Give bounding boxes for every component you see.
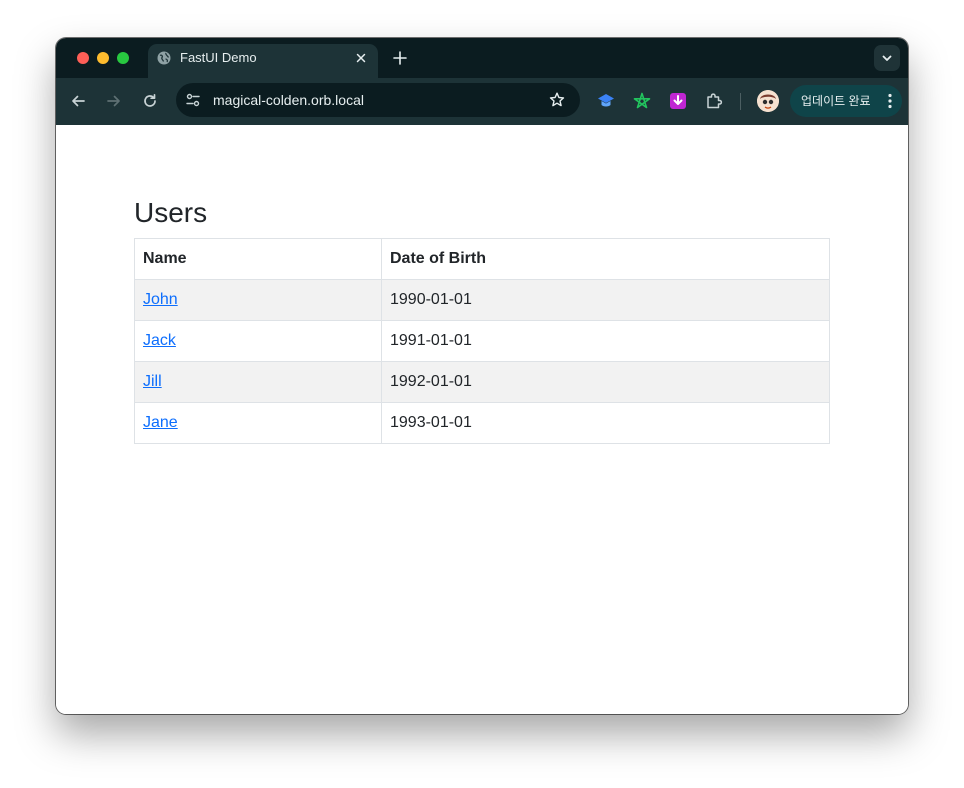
address-bar[interactable]: magical-colden.orb.local [176, 83, 580, 117]
date-of-birth-cell: 1990-01-01 [381, 279, 830, 321]
extensions-puzzle-icon[interactable] [704, 91, 724, 111]
site-settings-icon[interactable] [185, 92, 201, 108]
globe-icon [157, 51, 171, 65]
profile-avatar-icon [757, 90, 779, 112]
new-tab-icon[interactable] [392, 50, 408, 66]
date-of-birth-cell: 1991-01-01 [381, 320, 830, 362]
table-header-row: Name Date of Birth [134, 238, 830, 280]
browser-toolbar: magical-colden.orb.local 업데이트 완료 [56, 78, 908, 125]
graduation-cap-extension-icon[interactable] [596, 91, 616, 111]
name-cell: Jane [134, 402, 382, 444]
date-of-birth-cell: 1993-01-01 [381, 402, 830, 444]
name-cell: John [134, 279, 382, 321]
name-cell: Jill [134, 361, 382, 403]
tab-title: FastUI Demo [180, 50, 257, 65]
user-link-jack[interactable]: Jack [143, 332, 176, 349]
column-header-name: Name [134, 238, 382, 280]
update-button[interactable]: 업데이트 완료 [790, 85, 902, 117]
minimize-window-button[interactable] [97, 52, 109, 64]
page-title: Users [134, 197, 208, 228]
reload-icon[interactable] [141, 92, 159, 110]
forward-arrow-icon[interactable] [105, 92, 123, 110]
bookmark-star-icon[interactable] [548, 91, 566, 109]
column-header-date-of-birth: Date of Birth [381, 238, 830, 280]
tab-fastui-demo[interactable]: FastUI Demo [148, 44, 378, 78]
page-content: Users Name Date of Birth John 1990-01-01… [56, 125, 908, 714]
user-link-jill[interactable]: Jill [143, 373, 162, 390]
toolbar-divider [740, 93, 741, 110]
close-tab-icon[interactable] [354, 51, 368, 65]
url-text: magical-colden.orb.local [213, 92, 364, 108]
profile-avatar[interactable] [757, 90, 779, 112]
date-of-birth-cell: 1992-01-01 [381, 361, 830, 403]
table-row: Jane 1993-01-01 [134, 402, 830, 444]
close-window-button[interactable] [77, 52, 89, 64]
users-table: Name Date of Birth John 1990-01-01 Jack … [134, 238, 830, 444]
user-link-john[interactable]: John [143, 291, 178, 308]
tab-search-button[interactable] [874, 45, 900, 71]
table-row: Jack 1991-01-01 [134, 320, 830, 362]
pentagram-extension-icon[interactable] [632, 91, 652, 111]
download-extension-icon[interactable] [668, 91, 688, 111]
chevron-down-icon [882, 55, 892, 61]
name-cell: Jack [134, 320, 382, 362]
table-row: John 1990-01-01 [134, 279, 830, 321]
user-link-jane[interactable]: Jane [143, 414, 178, 431]
table-row: Jill 1992-01-01 [134, 361, 830, 403]
tab-strip: FastUI Demo [56, 38, 908, 78]
back-arrow-icon[interactable] [69, 92, 87, 110]
update-button-label: 업데이트 완료 [801, 94, 871, 108]
maximize-window-button[interactable] [117, 52, 129, 64]
more-menu-icon [888, 93, 892, 109]
browser-window: FastUI Demo magical-colden.orb.local 업데이… [56, 38, 908, 714]
